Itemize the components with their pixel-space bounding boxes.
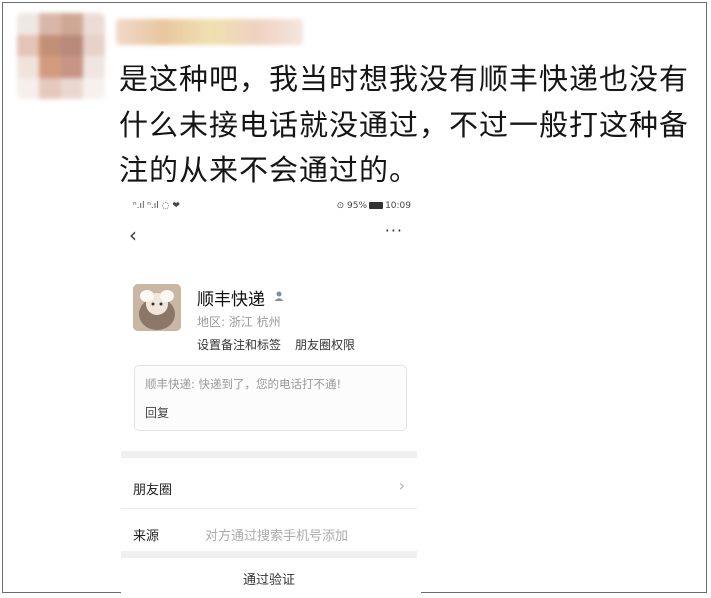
source-row: 来源 对方通过搜索手机号添加 (121, 511, 417, 555)
verification-message: 顺丰快递: 快递到了，您的电话打不通! (145, 377, 342, 391)
set-remark-link[interactable]: 设置备注和标签 (197, 338, 281, 352)
battery-icon (369, 202, 384, 209)
moments-row[interactable]: 朋友圈 › (121, 465, 417, 509)
blurred-username (116, 19, 303, 45)
status-right: ⊙ 95% 10:09 (337, 201, 411, 211)
post-text: 是这种吧，我当时想我没有顺丰快递也没有什么未接电话就没通过，不过一般打这种备注的… (119, 62, 690, 187)
source-label: 来源 (133, 529, 160, 544)
contact-avatar[interactable] (133, 284, 181, 331)
contact-links: 设置备注和标签 朋友圈权限 (197, 336, 369, 353)
person-icon (274, 291, 284, 301)
contact-region: 地区: 浙江 杭州 (197, 315, 281, 329)
status-time: 10:09 (385, 201, 411, 211)
back-icon[interactable]: ‹ (129, 225, 137, 245)
post-container: 是这种吧，我当时想我没有顺丰快递也没有什么未接电话就没通过，不过一般打这种备注的… (2, 2, 707, 598)
status-bar: ⁿ.ıl ⁿ.ıl ◌ ❤ ⊙ 95% 10:09 (133, 201, 411, 215)
more-icon[interactable]: ··· (385, 221, 403, 240)
source-value: 对方通过搜索手机号添加 (205, 529, 349, 544)
reply-button[interactable]: 回复 (145, 404, 169, 421)
contact-name: 顺丰快递 (197, 290, 265, 310)
moments-permission-link[interactable]: 朋友圈权限 (295, 338, 355, 352)
moments-label: 朋友圈 (133, 483, 173, 498)
section-separator (121, 451, 417, 458)
embedded-screenshot: ⁿ.ıl ⁿ.ıl ◌ ❤ ⊙ 95% 10:09 ‹ ··· 顺丰快递 地区: … (121, 193, 421, 598)
blurred-avatar (17, 13, 105, 99)
verification-message-box: 顺丰快递: 快递到了，您的电话打不通! 回复 (134, 365, 407, 431)
chevron-right-icon: › (398, 476, 405, 495)
accept-verification-button[interactable]: 通过验证 (121, 569, 417, 588)
section-separator (121, 551, 417, 558)
signal-wifi-indicators: ⁿ.ıl ⁿ.ıl ◌ ❤ (133, 201, 180, 211)
battery-percent: ⊙ 95% (336, 201, 368, 211)
